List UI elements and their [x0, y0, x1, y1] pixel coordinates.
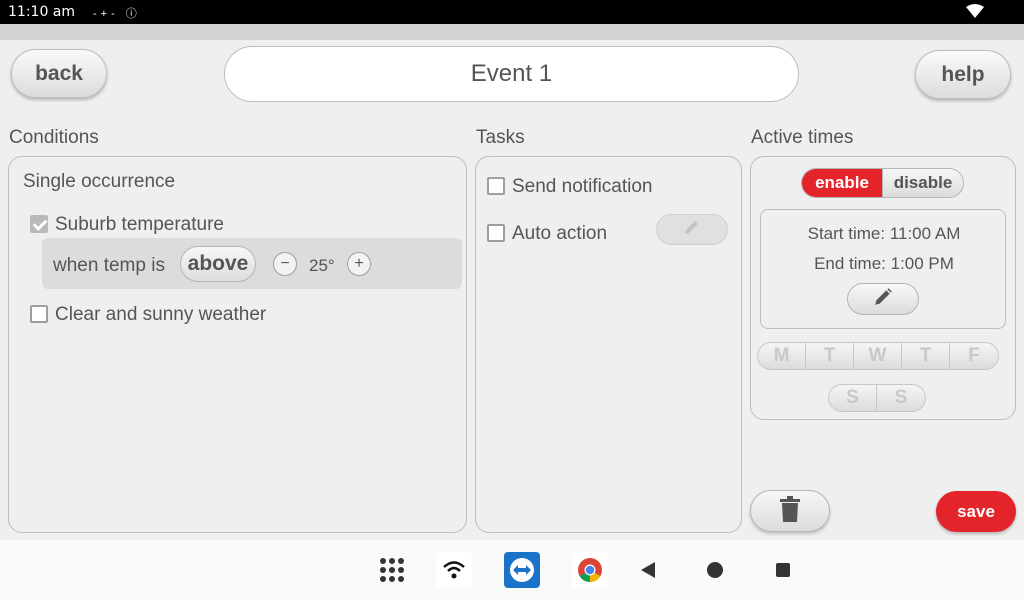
weekend-selector: S S: [828, 384, 926, 412]
status-indicator-icons: -+- ⓘ: [93, 8, 141, 20]
save-button[interactable]: save: [936, 491, 1016, 532]
enable-disable-toggle: enable disable: [801, 168, 964, 198]
edit-time-button[interactable]: [847, 283, 919, 315]
suburb-temperature-checkbox[interactable]: [30, 215, 48, 233]
wifi-icon[interactable]: [436, 552, 472, 588]
pencil-icon: [682, 217, 702, 242]
start-time-label: Start time: 11:00 AM: [807, 224, 961, 243]
active-times-heading: Active times: [751, 127, 854, 148]
temp-value: 25°: [309, 256, 335, 275]
temp-rule-prefix: when temp is: [53, 255, 165, 276]
teamviewer-icon[interactable]: [504, 552, 540, 588]
clear-sunny-label: Clear and sunny weather: [55, 304, 267, 325]
delete-button[interactable]: [750, 490, 830, 532]
day-thursday[interactable]: T: [902, 343, 950, 369]
day-sunday[interactable]: S: [877, 385, 925, 411]
day-monday[interactable]: M: [758, 343, 806, 369]
chrome-icon[interactable]: [572, 552, 608, 588]
occurrence-label: Single occurrence: [23, 171, 176, 192]
day-friday[interactable]: F: [950, 343, 998, 369]
status-bar: 11:10 am -+- ⓘ: [0, 0, 1024, 24]
comparison-toggle-button[interactable]: above: [180, 246, 256, 282]
recents-square-icon[interactable]: [765, 552, 801, 588]
conditions-panel: [8, 156, 467, 533]
auto-action-label: Auto action: [512, 223, 608, 244]
auto-action-edit-button[interactable]: [656, 214, 728, 245]
back-button[interactable]: back: [11, 49, 107, 98]
status-time: 11:10 am: [8, 4, 76, 20]
tasks-heading: Tasks: [476, 127, 525, 148]
trash-icon: [778, 495, 802, 527]
wifi-status-icon: [966, 4, 984, 23]
send-notification-checkbox[interactable]: [487, 177, 505, 195]
day-tuesday[interactable]: T: [806, 343, 854, 369]
back-triangle-icon[interactable]: [630, 552, 666, 588]
decrease-temp-button[interactable]: −: [273, 252, 297, 276]
apps-grid-icon[interactable]: [374, 552, 410, 588]
weekday-selector: M T W T F: [757, 342, 999, 370]
pencil-icon: [872, 286, 894, 313]
enable-button[interactable]: enable: [802, 169, 882, 197]
system-nav-bar: [0, 540, 1024, 600]
increase-temp-button[interactable]: +: [347, 252, 371, 276]
day-saturday[interactable]: S: [829, 385, 877, 411]
end-time-label: End time: 1:00 PM: [814, 254, 954, 273]
conditions-heading: Conditions: [9, 127, 99, 148]
disable-button[interactable]: disable: [882, 169, 963, 197]
header-shadow-bar: [0, 24, 1024, 40]
day-wednesday[interactable]: W: [854, 343, 902, 369]
event-title-field[interactable]: Event 1: [224, 46, 799, 102]
auto-action-checkbox[interactable]: [487, 224, 505, 242]
tasks-panel: [475, 156, 742, 533]
help-button[interactable]: help: [915, 50, 1011, 99]
clear-sunny-checkbox[interactable]: [30, 305, 48, 323]
send-notification-label: Send notification: [512, 176, 653, 197]
suburb-temperature-label: Suburb temperature: [55, 214, 224, 235]
home-circle-icon[interactable]: [697, 552, 733, 588]
